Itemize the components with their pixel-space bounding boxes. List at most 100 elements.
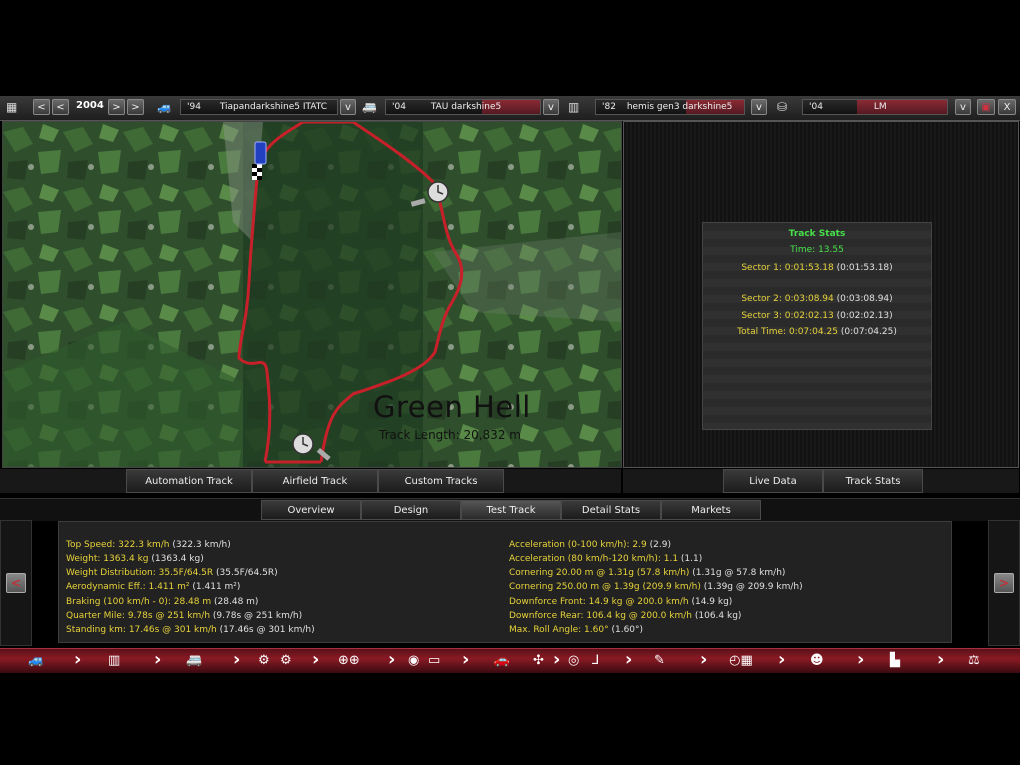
stat-row: Weight Distribution: 35.5F/64.5R (35.5F/… xyxy=(66,568,278,578)
trim-icon: 🚐 xyxy=(362,100,377,114)
stat-row: Weight: 1363.4 kg (1363.4 kg) xyxy=(66,554,204,564)
track-name: Green Hell xyxy=(373,390,531,424)
steering-wheel-icon[interactable]: ◎ xyxy=(568,652,579,670)
stat-row: Downforce Front: 14.9 kg @ 200.0 km/h (1… xyxy=(509,597,733,607)
stat-row: Braking (100 km/h - 0): 28.48 m (28.48 m… xyxy=(66,597,259,607)
stat-row: Max. Roll Angle: 1.60° (1.60°) xyxy=(509,625,644,635)
next-button[interactable]: > xyxy=(994,573,1014,593)
save-icon[interactable]: ▣ xyxy=(977,99,995,115)
left-side-panel: < xyxy=(0,520,32,646)
chevron-right-icon: › xyxy=(553,649,561,670)
stat-row: Acceleration (0-100 km/h): 2.9 (2.9) xyxy=(509,540,671,550)
trim-select[interactable]: '04 TAU darkshine5 xyxy=(385,99,541,115)
tab-detail-stats[interactable]: Detail Stats xyxy=(561,500,661,520)
engine-select[interactable]: '82 hemis gen3 darkshine5 xyxy=(595,99,745,115)
model-dropdown-button[interactable]: v xyxy=(340,99,356,115)
engineering-icon[interactable]: ☻ xyxy=(810,652,824,670)
tab-automation-track[interactable]: Automation Track xyxy=(126,469,252,493)
engine-icon: ▥ xyxy=(568,100,580,114)
gear-icon[interactable]: ⚙ xyxy=(258,652,270,670)
engine-variant-dropdown-button[interactable]: v xyxy=(955,99,971,115)
body-icon[interactable]: ▭ xyxy=(428,652,440,670)
tab-airfield-track[interactable]: Airfield Track xyxy=(252,469,378,493)
year-label: 2004 xyxy=(76,100,104,111)
track-tabs: Automation Track Airfield Track Custom T… xyxy=(0,469,621,493)
stat-row: Top Speed: 322.3 km/h (322.3 km/h) xyxy=(66,540,231,550)
chevron-right-icon: › xyxy=(778,649,786,670)
engine-nav-icon[interactable]: ▥ xyxy=(108,652,120,670)
engine-variant-name: LM xyxy=(873,102,887,112)
main-tabs: Overview Design Test Track Detail Stats … xyxy=(0,498,1020,521)
fan-icon[interactable]: ✣ xyxy=(533,652,544,670)
car-model-nav-icon[interactable]: 🚙 xyxy=(28,652,44,670)
trim-nav-icon[interactable]: 🚐 xyxy=(186,652,202,670)
car-body-icon[interactable]: 🚗 xyxy=(475,652,529,670)
track-stats-title: Track Stats xyxy=(788,229,846,239)
tab-markets[interactable]: Markets xyxy=(661,500,761,520)
workflow-nav-bar: 🚙 › ▥ › 🚐 › ⚙ ⚙ › ⊕⊕ › ◉ ▭ › 🚗 ✣ › ◎ ⅃ ›… xyxy=(0,648,1020,673)
tab-custom-tracks[interactable]: Custom Tracks xyxy=(378,469,504,493)
right-side-panel: > xyxy=(988,520,1020,646)
chevron-right-icon: › xyxy=(937,649,945,670)
track-stats-box: Track Stats Time: 13.55 Sector 1: 0:01:5… xyxy=(702,222,932,430)
engine-variant-icon: ⛁ xyxy=(777,100,788,114)
top-toolbar: ▦ < < 2004 > > 🚙 '94 Tiapandarkshine5 IT… xyxy=(0,96,1020,121)
tab-overview[interactable]: Overview xyxy=(261,500,361,520)
test-track-icon[interactable]: ◴▦ xyxy=(720,652,762,670)
factory-icon[interactable]: ▙ xyxy=(890,652,900,670)
trim-name: TAU darkshine5 xyxy=(430,102,502,112)
chevron-right-icon: › xyxy=(388,649,396,670)
trim-dropdown-button[interactable]: v xyxy=(543,99,559,115)
chevron-right-icon: › xyxy=(857,649,865,670)
engine-dropdown-button[interactable]: v xyxy=(751,99,767,115)
model-select[interactable]: '94 Tiapandarkshine5 ITATC xyxy=(180,99,338,115)
track-length: Track Length: 20,832 m xyxy=(379,428,521,442)
car-marker-icon xyxy=(254,141,267,165)
stat-row: Standing km: 17.46s @ 301 km/h (17.46s @… xyxy=(66,625,315,635)
chevron-right-icon: › xyxy=(233,649,241,670)
engine-name: hemis gen3 darkshine5 xyxy=(626,102,733,112)
track-map[interactable]: Green Hell Track Length: 20,832 m xyxy=(2,121,622,468)
tab-track-stats[interactable]: Track Stats xyxy=(823,469,923,493)
year-next-fast-button[interactable]: > xyxy=(127,99,144,115)
year-prev-fast-button[interactable]: < xyxy=(33,99,50,115)
chevron-right-icon: › xyxy=(625,649,633,670)
stat-row: Aerodynamic Eff.: 1.411 m² (1.411 m²) xyxy=(66,582,241,592)
previous-button[interactable]: < xyxy=(6,573,26,593)
tab-live-data[interactable]: Live Data xyxy=(723,469,823,493)
total-time-row: Total Time: 0:07:04.25 (0:07:04.25) xyxy=(737,327,897,337)
stat-row: Acceleration (80 km/h-120 km/h): 1.1 (1.… xyxy=(509,554,703,564)
transmission-icon[interactable]: ⚙ xyxy=(280,652,292,670)
tab-test-track[interactable]: Test Track xyxy=(461,500,561,520)
fuel-icon[interactable]: ✎ xyxy=(654,652,665,670)
engine-variant-year: '04 xyxy=(809,102,823,112)
year-next-button[interactable]: > xyxy=(108,99,125,115)
panel-tabs: Live Data Track Stats xyxy=(623,469,1019,493)
test-track-results: Top Speed: 322.3 km/h (322.3 km/h) Weigh… xyxy=(58,521,952,643)
engine-variant-select[interactable]: '04 LM xyxy=(802,99,948,115)
stats-panel: Track Stats Time: 13.55 Sector 1: 0:01:5… xyxy=(623,121,1019,468)
brakes-icon[interactable]: ◉ xyxy=(408,652,419,670)
sector-3-row: Sector 3: 0:02:02.13 (0:02:02.13) xyxy=(741,311,893,321)
sector-2-row: Sector 2: 0:03:08.94 (0:03:08.94) xyxy=(741,294,893,304)
car-model-icon: 🚙 xyxy=(157,100,172,114)
trim-year: '04 xyxy=(392,102,406,112)
wheels-icon[interactable]: ⊕⊕ xyxy=(338,652,360,670)
chevron-right-icon: › xyxy=(154,649,162,670)
seat-icon[interactable]: ⅃ xyxy=(592,652,599,670)
stat-row: Downforce Rear: 106.4 kg @ 200.0 km/h (1… xyxy=(509,611,742,621)
stat-row: Cornering 20.00 m @ 1.31g (57.8 km/h) (1… xyxy=(509,568,786,578)
close-button[interactable]: X xyxy=(998,99,1016,115)
model-year: '94 xyxy=(187,102,201,112)
tab-design[interactable]: Design xyxy=(361,500,461,520)
chevron-right-icon: › xyxy=(700,649,708,670)
stat-row: Quarter Mile: 9.78s @ 251 km/h (9.78s @ … xyxy=(66,611,303,621)
sector-1-row: Sector 1: 0:01:53.18 (0:01:53.18) xyxy=(741,263,893,273)
engine-year: '82 xyxy=(602,102,616,112)
chevron-right-icon: › xyxy=(462,649,470,670)
stat-row: Cornering 250.00 m @ 1.39g (209.9 km/h) … xyxy=(509,582,803,592)
scales-icon[interactable]: ⚖ xyxy=(968,652,980,670)
track-stats-time: Time: 13.55 xyxy=(790,245,844,255)
year-prev-button[interactable]: < xyxy=(52,99,69,115)
calendar-icon[interactable]: ▦ xyxy=(6,100,17,114)
